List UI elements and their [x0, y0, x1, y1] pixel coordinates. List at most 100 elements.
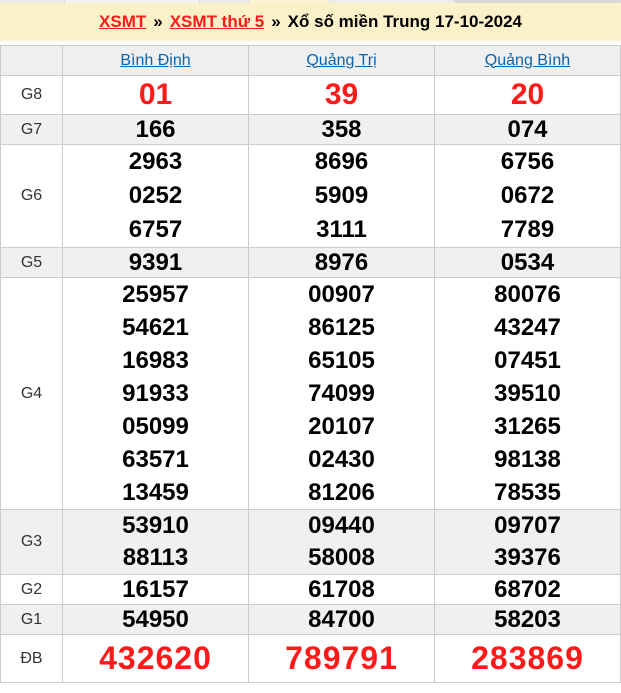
prize-number: 39 — [324, 78, 359, 111]
prize-cell: 0534 — [434, 247, 621, 278]
prize-number: 54621 — [122, 314, 189, 341]
province-link-quang-binh[interactable]: Quảng Bình — [485, 52, 570, 69]
breadcrumb-separator: » — [153, 12, 163, 31]
prize-number: 80076 — [494, 281, 561, 308]
prize-number: 02430 — [308, 446, 375, 473]
prize-number: 20 — [510, 78, 545, 111]
prize-label-g6: G6 — [0, 144, 63, 248]
prize-row-g3: G3 53910 88113 09440 58008 09707 39376 — [0, 509, 621, 575]
prize-cell: 25957 54621 16983 91933 05099 63571 13459 — [62, 277, 249, 510]
prize-number: 789791 — [285, 640, 398, 676]
prize-cell: 09707 39376 — [434, 509, 621, 575]
prize-number: 68702 — [494, 576, 561, 603]
prize-cell: 358 — [248, 114, 435, 145]
province-link-binh-dinh[interactable]: Bình Định — [120, 52, 190, 69]
prize-number: 74099 — [308, 380, 375, 407]
prize-number: 31265 — [494, 413, 561, 440]
prize-cell: 53910 88113 — [62, 509, 249, 575]
column-header-quang-tri: Quảng Trị — [248, 45, 435, 76]
prize-number: 07451 — [494, 347, 561, 374]
prize-cell: 01 — [62, 75, 249, 115]
prize-cell: 2963 0252 6757 — [62, 144, 249, 248]
breadcrumb-link-xsmt-thu-5[interactable]: XSMT thứ 5 — [170, 12, 264, 32]
prize-cell: 074 — [434, 114, 621, 145]
tab-strip-segment — [455, 0, 621, 3]
prize-cell: 39 — [248, 75, 435, 115]
prize-number: 0672 — [500, 182, 555, 209]
prize-number: 20107 — [308, 413, 375, 440]
prize-number: 53910 — [122, 512, 189, 539]
prize-number: 166 — [135, 116, 176, 143]
prize-cell: 166 — [62, 114, 249, 145]
prize-cell: 61708 — [248, 574, 435, 605]
prize-label-g1: G1 — [0, 604, 63, 635]
prize-cell: 6756 0672 7789 — [434, 144, 621, 248]
table-body: G8 01 39 20 G7 166 358 074 G6 2963 0252 6757 8696 590… — [0, 75, 621, 683]
prize-number: 09440 — [308, 512, 375, 539]
prize-number: 9391 — [128, 249, 183, 276]
breadcrumb-link-xsmt[interactable]: XSMT — [99, 12, 146, 32]
breadcrumb-current: Xổ số miền Trung 17-10-2024 — [287, 12, 522, 31]
prize-number: 16983 — [122, 347, 189, 374]
tab-strip-segment — [200, 0, 250, 3]
province-link-quang-tri[interactable]: Quảng Trị — [306, 52, 376, 69]
prize-label-g2: G2 — [0, 574, 63, 605]
column-header-binh-dinh: Bình Định — [62, 45, 249, 76]
prize-number: 58008 — [308, 544, 375, 571]
prize-number: 5909 — [314, 182, 369, 209]
breadcrumb: XSMT » XSMT thứ 5 » Xổ số miền Trung 17-… — [0, 3, 621, 41]
tab-strip-segment — [330, 0, 455, 3]
prize-row-g2: G2 16157 61708 68702 — [0, 574, 621, 605]
prize-number: 16157 — [122, 576, 189, 603]
prize-cell: 80076 43247 07451 39510 31265 98138 78535 — [434, 277, 621, 510]
prize-row-g7: G7 166 358 074 — [0, 114, 621, 145]
prize-number: 61708 — [308, 576, 375, 603]
prize-cell: 68702 — [434, 574, 621, 605]
prize-number: 39510 — [494, 380, 561, 407]
prize-number: 05099 — [122, 413, 189, 440]
prize-cell: 9391 — [62, 247, 249, 278]
prize-row-g5: G5 9391 8976 0534 — [0, 247, 621, 278]
prize-number: 65105 — [308, 347, 375, 374]
prize-row-db: ĐB 432620 789791 283869 — [0, 634, 621, 683]
prize-number: 6756 — [500, 148, 555, 175]
prize-cell: 8696 5909 3111 — [248, 144, 435, 248]
prize-number: 86125 — [308, 314, 375, 341]
tab-strip-segment — [0, 0, 65, 3]
top-tab-strip — [0, 0, 621, 3]
prize-row-g4: G4 25957 54621 16983 91933 05099 63571 13459 009… — [0, 277, 621, 510]
corner-cell — [0, 45, 63, 76]
tab-strip-segment — [250, 0, 330, 3]
prize-label-g8: G8 — [0, 75, 63, 115]
prize-number: 13459 — [122, 479, 189, 506]
prize-number: 43247 — [494, 314, 561, 341]
prize-number: 54950 — [122, 606, 189, 633]
tab-strip-segment — [65, 0, 200, 3]
prize-number: 78535 — [494, 479, 561, 506]
prize-number: 358 — [321, 116, 362, 143]
prize-label-g4: G4 — [0, 277, 63, 510]
prize-number: 283869 — [471, 640, 584, 676]
prize-number: 01 — [138, 78, 173, 111]
prize-number: 25957 — [122, 281, 189, 308]
prize-row-g8: G8 01 39 20 — [0, 75, 621, 115]
prize-number: 0534 — [500, 249, 555, 276]
prize-cell: 432620 — [62, 634, 249, 683]
prize-number: 09707 — [494, 512, 561, 539]
prize-number: 91933 — [122, 380, 189, 407]
prize-label-g7: G7 — [0, 114, 63, 145]
column-header-quang-binh: Quảng Bình — [434, 45, 621, 76]
prize-number: 8976 — [314, 249, 369, 276]
breadcrumb-separator: » — [271, 12, 281, 31]
prize-cell: 283869 — [434, 634, 621, 683]
prize-number: 39376 — [494, 544, 561, 571]
prize-number: 88113 — [122, 544, 189, 571]
prize-number: 58203 — [494, 606, 561, 633]
prize-number: 074 — [507, 116, 548, 143]
prize-number: 84700 — [308, 606, 375, 633]
prize-cell: 54950 — [62, 604, 249, 635]
prize-label-db: ĐB — [0, 634, 63, 683]
prize-number: 3111 — [316, 216, 367, 243]
prize-number: 8696 — [314, 148, 369, 175]
prize-number: 00907 — [308, 281, 375, 308]
